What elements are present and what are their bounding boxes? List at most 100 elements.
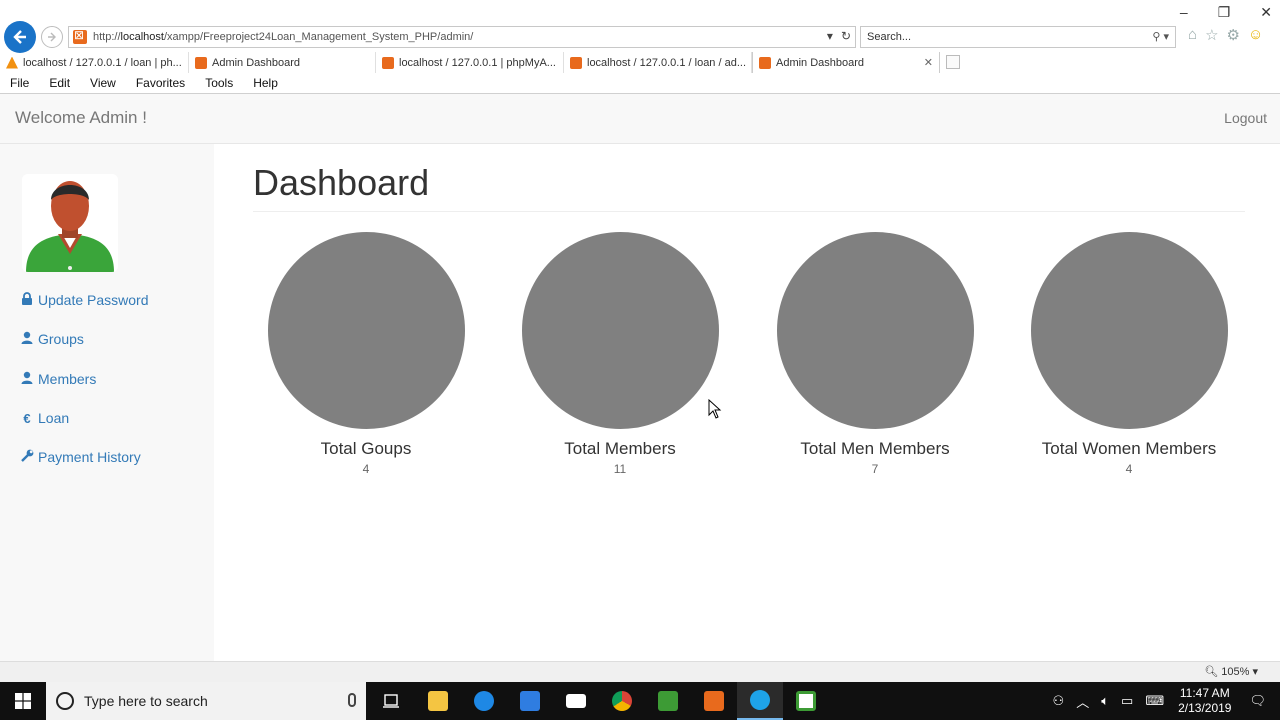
back-button[interactable] <box>4 21 36 53</box>
sidebar-item-loan[interactable]: € Loan <box>20 410 69 426</box>
phpmyadmin-icon <box>6 56 18 69</box>
taskbar-store[interactable] <box>507 682 553 720</box>
taskbar-camtasia-recorder[interactable] <box>783 682 829 720</box>
taskbar-search-input[interactable]: Type here to search <box>46 682 366 720</box>
address-url: http://localhost/xampp/Freeproject24Loan… <box>93 31 474 43</box>
menu-edit[interactable]: Edit <box>39 74 80 92</box>
start-button[interactable] <box>0 682 46 720</box>
xampp-icon <box>570 56 582 69</box>
address-bar[interactable]: http://localhost/xampp/Freeproject24Loan… <box>68 26 856 48</box>
wrench-icon <box>20 449 34 465</box>
people-icon[interactable]: ⚇ <box>1053 693 1065 709</box>
sidebar-item-payment-history[interactable]: Payment History <box>20 449 141 465</box>
arrow-left-icon <box>13 30 26 44</box>
user-avatar-icon <box>22 174 118 272</box>
close-tab-icon[interactable]: ✕ <box>924 56 933 69</box>
stat-circle <box>1030 232 1228 429</box>
windows-icon <box>15 693 31 709</box>
camtasia-icon <box>658 691 678 711</box>
stat-value: 11 <box>613 462 627 476</box>
zoom-value: 105% <box>1221 666 1250 678</box>
sidebar-item-label: Loan <box>38 410 70 426</box>
taskbar-file-explorer[interactable] <box>415 682 461 720</box>
stat-value: 4 <box>362 462 370 476</box>
folder-icon <box>428 691 448 711</box>
taskbar-mail[interactable] <box>553 682 599 720</box>
tab-phpmyadmin-loan[interactable]: localhost / 127.0.0.1 / loan | ph... <box>0 52 189 73</box>
stat-label: Total Women Members <box>1041 439 1217 458</box>
menu-help[interactable]: Help <box>243 74 288 92</box>
menu-tools[interactable]: Tools <box>195 74 243 92</box>
xampp-icon <box>704 691 724 711</box>
tab-phpmyadmin[interactable]: localhost / 127.0.0.1 | phpMyA... <box>376 52 564 73</box>
home-icon[interactable]: ⌂ <box>1188 26 1197 44</box>
taskbar-search-placeholder: Type here to search <box>84 693 208 709</box>
stat-card-members: Total Members 11 <box>505 232 735 476</box>
browser-search-input[interactable]: Search... ⚲ ▾ <box>860 26 1176 48</box>
smiley-icon[interactable]: ☺ <box>1248 26 1263 44</box>
stat-label: Total Goups <box>320 439 412 458</box>
keyboard-icon[interactable]: ⌨ <box>1145 693 1164 709</box>
stat-card-groups: Total Goups 4 <box>251 232 481 476</box>
task-view-button[interactable] <box>368 682 414 720</box>
dropdown-icon[interactable]: ▾ <box>827 29 833 43</box>
close-icon[interactable]: ✕ <box>1260 4 1272 21</box>
clock-time: 11:47 AM <box>1179 686 1230 700</box>
lock-icon <box>20 292 34 308</box>
menu-view[interactable]: View <box>80 74 126 92</box>
menu-favorites[interactable]: Favorites <box>126 74 195 92</box>
camtasia-recorder-icon <box>796 691 816 711</box>
sidebar-item-groups[interactable]: Groups <box>20 331 84 347</box>
taskbar-xampp[interactable] <box>691 682 737 720</box>
internet-explorer-icon <box>750 690 770 710</box>
zoom-level[interactable]: 🔍︎ 105% ▾ <box>1204 665 1258 678</box>
search-icon[interactable]: ⚲ ▾ <box>1152 30 1169 43</box>
stat-circle <box>521 232 719 429</box>
gear-icon[interactable]: ⚙ <box>1227 26 1240 44</box>
clock-date: 2/13/2019 <box>1178 701 1232 715</box>
tab-strip: localhost / 127.0.0.1 / loan | ph... Adm… <box>0 52 1280 73</box>
taskbar: Type here to search ⚇ ︿ 🔈︎ ▭ ⌨ 11:47 AM … <box>0 682 1280 720</box>
tab-admin-dashboard[interactable]: Admin Dashboard <box>189 52 376 73</box>
mouse-cursor-icon <box>708 399 722 419</box>
taskbar-chrome[interactable] <box>599 682 645 720</box>
tab-loan-admin[interactable]: localhost / 127.0.0.1 / loan / ad... <box>564 52 752 73</box>
menu-file[interactable]: File <box>0 74 39 92</box>
taskbar-internet-explorer[interactable] <box>737 682 783 720</box>
microphone-icon[interactable] <box>348 693 356 707</box>
network-icon[interactable]: ▭ <box>1121 693 1133 709</box>
chrome-icon <box>612 691 632 711</box>
sidebar-item-members[interactable]: Members <box>20 371 96 387</box>
logout-link[interactable]: Logout <box>1224 110 1267 126</box>
sidebar-item-update-password[interactable]: Update Password <box>20 292 149 308</box>
browser-chrome: http://localhost/xampp/Freeproject24Loan… <box>0 0 1280 94</box>
welcome-text: Welcome Admin ! <box>15 108 147 127</box>
avatar <box>22 174 118 272</box>
taskbar-edge[interactable] <box>461 682 507 720</box>
task-view-icon <box>383 694 399 708</box>
menu-bar: File Edit View Favorites Tools Help <box>0 74 288 92</box>
minimize-icon[interactable]: – <box>1180 4 1188 21</box>
browser-status-bar: 🔍︎ 105% ▾ <box>0 661 1280 682</box>
clock[interactable]: 11:47 AM 2/13/2019 <box>1178 686 1231 716</box>
restore-icon[interactable]: ❐ <box>1218 4 1231 21</box>
title-divider <box>253 211 1245 212</box>
volume-icon[interactable]: 🔈︎ <box>1101 693 1109 709</box>
chevron-up-icon[interactable]: ︿ <box>1076 692 1089 711</box>
stat-card-women-members: Total Women Members 4 <box>1014 232 1244 476</box>
page-title: Dashboard <box>253 162 430 203</box>
taskbar-camtasia[interactable] <box>645 682 691 720</box>
notification-icon[interactable]: 🗨︎ <box>1249 693 1266 709</box>
star-icon[interactable]: ☆ <box>1205 26 1218 44</box>
sidebar-item-label: Payment History <box>38 449 141 465</box>
forward-button[interactable] <box>41 26 63 48</box>
edge-icon <box>474 691 494 711</box>
tab-admin-dashboard-active[interactable]: Admin Dashboard ✕ <box>752 52 940 73</box>
cortana-icon <box>56 692 74 710</box>
user-icon <box>20 371 34 387</box>
sidebar: Update Password Groups Members € Loan Pa… <box>0 144 214 661</box>
refresh-icon[interactable]: ↻ <box>841 29 851 43</box>
top-navbar: Welcome Admin ! Logout <box>0 94 1280 144</box>
stat-label: Total Members <box>564 439 676 458</box>
new-tab-button[interactable] <box>946 55 960 69</box>
